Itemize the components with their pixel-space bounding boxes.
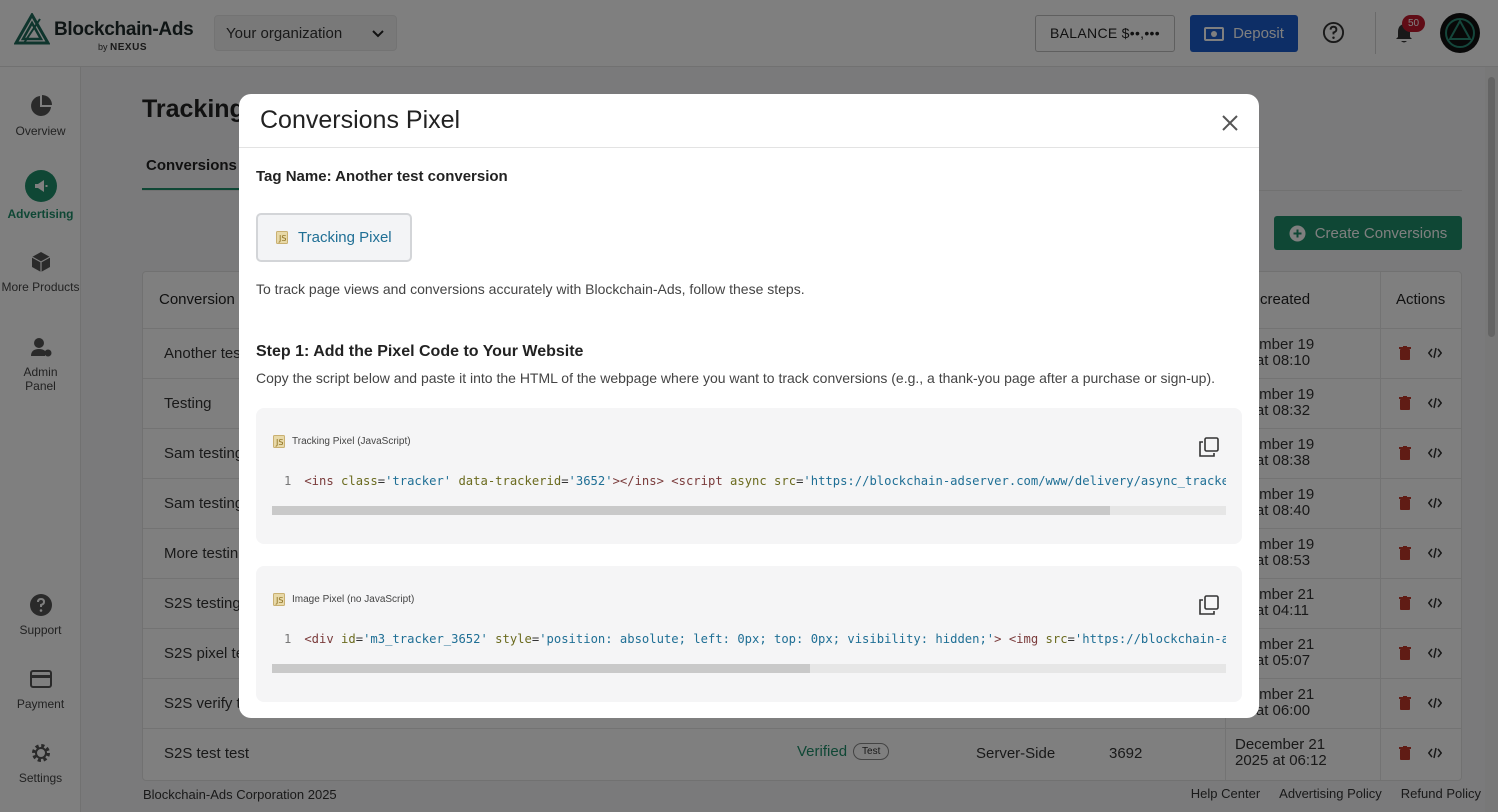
javascript-file-icon: JS bbox=[273, 435, 285, 448]
code-block-javascript: JS Tracking Pixel (JavaScript) 1 <ins cla… bbox=[256, 408, 1242, 544]
svg-text:JS: JS bbox=[275, 438, 283, 447]
copy-icon[interactable] bbox=[1199, 437, 1219, 457]
intro-text: To track page views and conversions accu… bbox=[256, 281, 805, 297]
step1-description: Copy the script below and paste it into … bbox=[256, 370, 1216, 386]
svg-text:JS: JS bbox=[275, 596, 283, 605]
code-scrollbar[interactable] bbox=[272, 506, 1226, 515]
close-icon[interactable] bbox=[1220, 113, 1240, 133]
modal-header: Conversions Pixel bbox=[239, 94, 1259, 148]
code-scrollbar-thumb[interactable] bbox=[272, 664, 811, 673]
code-block-image-pixel: JS Image Pixel (no JavaScript) 1 <div id=… bbox=[256, 566, 1242, 702]
modal-title: Conversions Pixel bbox=[260, 106, 461, 134]
javascript-file-icon: JS bbox=[273, 593, 285, 606]
svg-text:JS: JS bbox=[278, 234, 286, 243]
code-block-label: JS Tracking Pixel (JavaScript) bbox=[273, 435, 411, 448]
tag-name: Tag Name: Another test conversion bbox=[256, 168, 508, 185]
code-scrollbar[interactable] bbox=[272, 664, 1226, 673]
tracking-pixel-tab-label: Tracking Pixel bbox=[298, 229, 392, 246]
tracking-pixel-tab[interactable]: JS Tracking Pixel bbox=[256, 213, 412, 262]
code-line[interactable]: 1 <div id='m3_tracker_3652' style='positi… bbox=[284, 632, 1226, 646]
tracking-pixel-icon: JS bbox=[276, 231, 288, 244]
code-scrollbar-thumb[interactable] bbox=[272, 506, 1110, 515]
conversions-pixel-modal: Conversions Pixel Tag Name: Another test… bbox=[239, 94, 1259, 718]
code-block-label: JS Image Pixel (no JavaScript) bbox=[273, 593, 414, 606]
code-line[interactable]: 1 <ins class='tracker' data-trackerid='36… bbox=[284, 474, 1226, 488]
step1-title: Step 1: Add the Pixel Code to Your Websi… bbox=[256, 343, 584, 360]
copy-icon[interactable] bbox=[1199, 595, 1219, 615]
